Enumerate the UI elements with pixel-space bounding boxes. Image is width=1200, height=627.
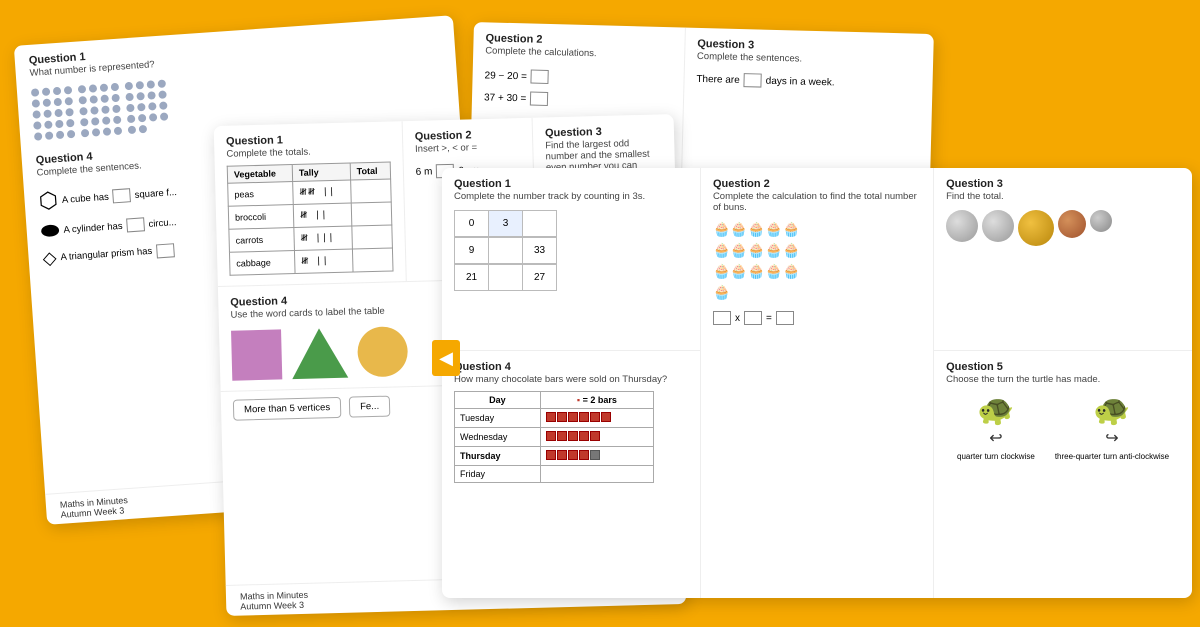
table-row: cabbage 𝍸 ||: [229, 248, 392, 275]
prism-answer-box[interactable]: [156, 243, 175, 258]
turtle-option-2: 🐢 ↪ three-quarter turn anti-clockwise: [1055, 393, 1169, 461]
turn2-label: three-quarter turn anti-clockwise: [1055, 452, 1169, 461]
dot-col-2: [78, 83, 123, 138]
card4-q2-title: Question 2: [713, 178, 921, 190]
arrow-icon: ↩: [957, 428, 1035, 448]
cupcake-equation: x =: [713, 311, 921, 325]
card-4: Question 1 Complete the number track by …: [442, 168, 1192, 598]
coin-small-silver: [1090, 210, 1112, 232]
col-day: Day: [455, 392, 541, 409]
col-total: Total: [350, 162, 390, 180]
turtle-option-1: 🐢 ↩ quarter turn clockwise: [957, 393, 1035, 461]
bar-row-thursday: Thursday: [455, 447, 654, 466]
calc-line-1: 29 − 20 =: [484, 68, 671, 87]
card4-q3-title: Question 3: [946, 178, 1180, 190]
coins-area: [946, 210, 1180, 246]
coin-silver-large: [946, 210, 978, 242]
prism-icon: ◇: [42, 247, 57, 269]
card3-sentence: There are days in a week.: [696, 72, 920, 92]
card4-q4-title: Question 4: [454, 361, 688, 373]
coin-copper: [1058, 210, 1086, 238]
cube-icon: ⬡: [38, 187, 59, 214]
cylinder-icon: ⬬: [40, 217, 61, 244]
card4-q1-title: Question 1: [454, 178, 688, 190]
dot-col-3: [125, 79, 170, 134]
coin-silver-2: [982, 210, 1014, 242]
cupcake-box3[interactable]: [776, 311, 794, 325]
more-than-vertices-button[interactable]: More than 5 vertices: [233, 397, 342, 421]
tally-table: Vegetable Tally Total peas 𝍸𝍸 || broccol…: [227, 161, 394, 275]
cylinder-answer-box[interactable]: [126, 217, 145, 232]
turtle-icon-2: 🐢: [1055, 393, 1169, 428]
col-bars: ▪ = 2 bars: [540, 392, 653, 409]
bar-chart-table: Day ▪ = 2 bars Tuesday Wednesday: [454, 391, 654, 483]
turtle-icon-1: 🐢: [957, 393, 1035, 428]
col-vegetable: Vegetable: [227, 165, 292, 184]
card2-q2-sub: Insert >, < or =: [415, 141, 521, 155]
card4-q3-sub: Find the total.: [946, 191, 1180, 202]
bar-row-tuesday: Tuesday: [455, 409, 654, 428]
nav-arrow-left[interactable]: ◀: [432, 340, 460, 376]
number-track-table: 0 3 9 33: [454, 210, 557, 291]
cupcake-box1[interactable]: [713, 311, 731, 325]
coin-gold: [1018, 210, 1054, 246]
days-answer-box[interactable]: [744, 73, 762, 87]
cube-answer-box[interactable]: [112, 188, 131, 203]
turtle-area: 🐢 ↩ quarter turn clockwise 🐢 ↪ three-qua…: [946, 393, 1180, 461]
col-tally: Tally: [292, 163, 350, 182]
arrow-icon-2: ↪: [1055, 428, 1169, 448]
calc-line-2: 37 + 30 =: [484, 90, 671, 109]
cupcake-box2[interactable]: [744, 311, 762, 325]
cupcake-display: 🧁🧁🧁🧁🧁🧁🧁🧁🧁🧁🧁🧁🧁🧁🧁🧁: [713, 219, 813, 303]
bar-row-wednesday: Wednesday: [455, 428, 654, 447]
bar-row-friday: Friday: [455, 466, 654, 483]
card4-q1-sub: Complete the number track by counting in…: [454, 191, 688, 202]
calc1-answer[interactable]: [531, 70, 549, 84]
card4-q4-sub: How many chocolate bars were sold on Thu…: [454, 374, 688, 385]
fe-button[interactable]: Fe...: [349, 396, 391, 418]
card4-q5-sub: Choose the turn the turtle has made.: [946, 374, 1180, 385]
turn1-label: quarter turn clockwise: [957, 452, 1035, 461]
square-shape: [231, 329, 282, 380]
triangle-shape: [291, 328, 348, 379]
circle-shape: [357, 326, 408, 377]
card4-q5-title: Question 5: [946, 361, 1180, 373]
dot-col-1: [31, 86, 76, 141]
calc2-answer[interactable]: [530, 92, 548, 106]
card4-q2-sub: Complete the calculation to find the tot…: [713, 191, 921, 213]
